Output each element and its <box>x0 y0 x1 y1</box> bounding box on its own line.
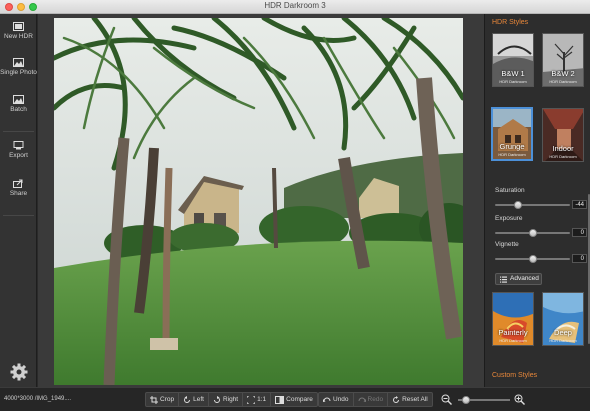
batch-icon <box>13 95 24 104</box>
rotate-right-button[interactable]: Right <box>209 393 244 406</box>
undo-icon <box>323 397 331 402</box>
style-thumb-painterly[interactable]: Painterly HDR Darkroom <box>492 292 534 346</box>
crop-label: Crop <box>160 396 175 403</box>
sidebar-item-export[interactable]: Export <box>0 141 37 159</box>
compare-button[interactable]: Compare <box>271 393 317 406</box>
sidebar-item-label: New HDR <box>4 33 33 40</box>
exposure-slider[interactable] <box>495 229 570 237</box>
custom-styles-title: Custom Styles <box>492 372 538 379</box>
share-icon <box>13 179 23 188</box>
style-sub: HDR Darkroom <box>498 152 526 157</box>
zoom-slider-knob[interactable] <box>462 396 470 404</box>
advanced-button[interactable]: Advanced <box>495 273 542 285</box>
history-group: Undo Redo Reset All <box>318 392 433 407</box>
zoom-in-icon[interactable] <box>514 394 525 405</box>
left-sidebar: New HDR Single Photo Batch Export Share <box>0 14 37 387</box>
style-name: Grunge <box>499 142 525 151</box>
hdr-styles-title: HDR Styles <box>492 19 529 26</box>
list-icon <box>500 276 507 283</box>
style-sub: HDR Darkroom <box>549 79 577 84</box>
redo-label: Redo <box>367 396 384 403</box>
image-canvas[interactable] <box>38 14 484 387</box>
bottom-toolbar: 4000*3000 /IMG_1949.... Crop Left Right … <box>0 387 590 411</box>
zoom-slider[interactable] <box>458 396 510 404</box>
redo-button[interactable]: Redo <box>354 393 389 406</box>
style-name: Indoor <box>552 144 574 153</box>
rotate-right-label: Right <box>222 396 239 403</box>
saturation-value[interactable]: -44 <box>572 200 587 209</box>
style-sub: HDR Darkroom <box>499 338 527 343</box>
saturation-slider[interactable] <box>495 201 570 209</box>
sidebar-item-new-hdr[interactable]: New HDR <box>0 22 37 40</box>
style-sub: HDR Darkroom <box>549 338 577 343</box>
rotate-left-button[interactable]: Left <box>179 393 209 406</box>
actual-size-button[interactable]: 1:1 <box>243 393 272 406</box>
style-name: B&W 1 <box>501 69 525 78</box>
new-hdr-icon <box>13 22 24 31</box>
vignette-value[interactable]: 0 <box>572 254 587 263</box>
gear-icon[interactable] <box>9 362 29 382</box>
sidebar-divider <box>3 131 34 132</box>
styles-panel: HDR Styles B&W 1 HDR Darkroom B&W 2 HDR … <box>484 14 590 387</box>
sidebar-item-single-photo[interactable]: Single Photo <box>0 58 37 76</box>
undo-label: Undo <box>333 396 349 403</box>
sidebar-item-batch[interactable]: Batch <box>0 95 37 113</box>
actual-size-icon <box>247 395 256 404</box>
sidebar-item-share[interactable]: Share <box>0 179 37 197</box>
style-thumb-grunge[interactable]: Grunge HDR Darkroom <box>491 107 533 161</box>
vignette-slider[interactable] <box>495 255 570 263</box>
sidebar-item-label: Export <box>9 152 28 159</box>
exposure-value[interactable]: 0 <box>572 228 587 237</box>
title-bar: HDR Darkroom 3 <box>0 0 590 14</box>
sidebar-item-label: Batch <box>10 106 27 113</box>
style-thumb-indoor[interactable]: Indoor HDR Darkroom <box>542 108 584 162</box>
style-thumb-bw1[interactable]: B&W 1 HDR Darkroom <box>492 33 534 87</box>
export-icon <box>13 141 24 150</box>
rotate-right-icon <box>213 395 220 403</box>
compare-icon <box>275 395 285 404</box>
photo-preview[interactable] <box>54 18 463 385</box>
reset-all-button[interactable]: Reset All <box>388 393 432 406</box>
exposure-label: Exposure <box>495 215 523 222</box>
reset-icon <box>393 395 400 403</box>
actual-size-label: 1:1 <box>257 396 267 403</box>
saturation-slider-knob[interactable] <box>514 201 522 209</box>
style-sub: HDR Darkroom <box>549 154 577 159</box>
crop-button[interactable]: Crop <box>146 393 180 406</box>
style-name: Deep <box>554 328 572 337</box>
window-title: HDR Darkroom 3 <box>264 1 326 10</box>
exposure-slider-knob[interactable] <box>529 229 537 237</box>
advanced-label: Advanced <box>510 275 539 282</box>
undo-button[interactable]: Undo <box>319 393 354 406</box>
style-sub: HDR Darkroom <box>499 79 527 84</box>
style-name: Painterly <box>498 328 528 337</box>
style-thumb-bw2[interactable]: B&W 2 HDR Darkroom <box>542 33 584 87</box>
crop-icon <box>150 395 158 404</box>
compare-label: Compare <box>286 396 313 403</box>
rotate-left-icon <box>184 395 191 403</box>
vignette-slider-knob[interactable] <box>529 255 537 263</box>
sidebar-item-label: Share <box>9 190 28 197</box>
style-name: B&W 2 <box>551 69 575 78</box>
sidebar-divider <box>3 215 34 216</box>
photo-image <box>54 18 463 385</box>
reset-all-label: Reset All <box>402 396 428 403</box>
style-thumb-deep[interactable]: Deep HDR Darkroom <box>542 292 584 346</box>
single-photo-icon <box>13 58 24 67</box>
rotate-left-label: Left <box>193 396 204 403</box>
redo-icon <box>358 397 366 402</box>
edit-tools-group: Crop Left Right 1:1 Compare <box>145 392 318 407</box>
saturation-label: Saturation <box>495 187 525 194</box>
zoom-out-icon[interactable] <box>441 394 452 405</box>
vignette-label: Vignette <box>495 241 519 248</box>
sidebar-item-label: Single Photo <box>0 69 37 76</box>
file-info: 4000*3000 /IMG_1949.... <box>4 396 72 402</box>
